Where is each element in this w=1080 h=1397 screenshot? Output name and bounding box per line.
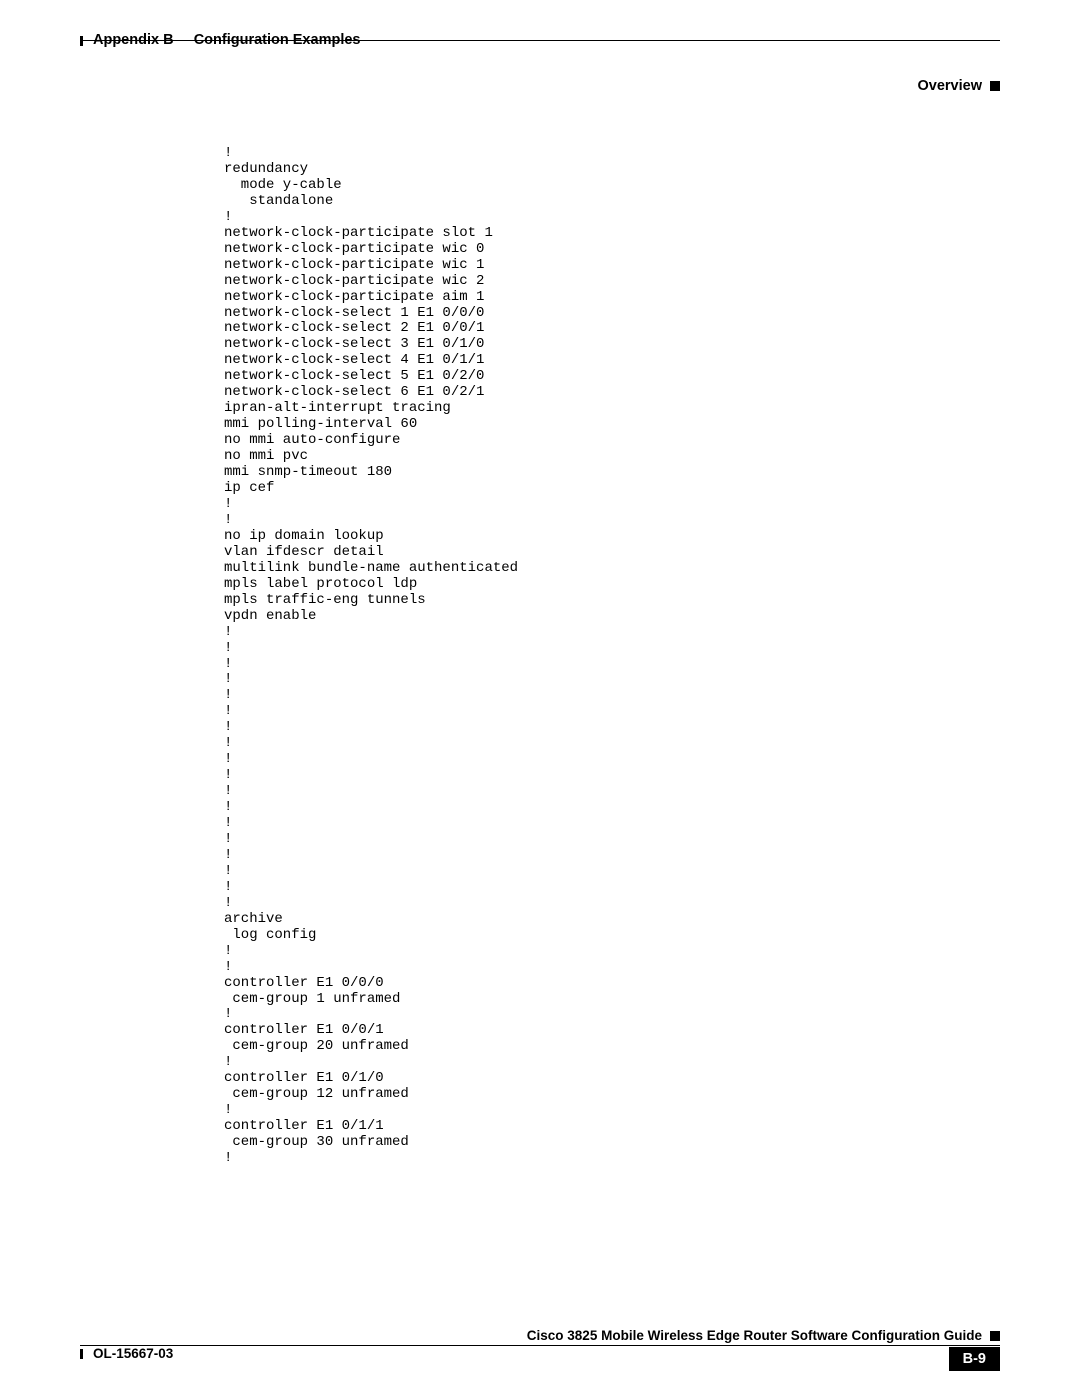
- page-number: B-9: [949, 1347, 1000, 1371]
- guide-text: Cisco 3825 Mobile Wireless Edge Router S…: [527, 1328, 982, 1343]
- appendix-title: Appendix B Configuration Examples: [93, 32, 360, 48]
- footer-guide-title: Cisco 3825 Mobile Wireless Edge Router S…: [80, 1328, 1000, 1343]
- doc-reference: OL-15667-03: [93, 1346, 173, 1361]
- running-header: Appendix B Configuration Examples: [80, 40, 1000, 70]
- configuration-code: ! redundancy mode y-cable standalone ! n…: [224, 146, 1000, 1167]
- section-label: Overview: [80, 78, 1000, 94]
- section-text: Overview: [918, 78, 983, 94]
